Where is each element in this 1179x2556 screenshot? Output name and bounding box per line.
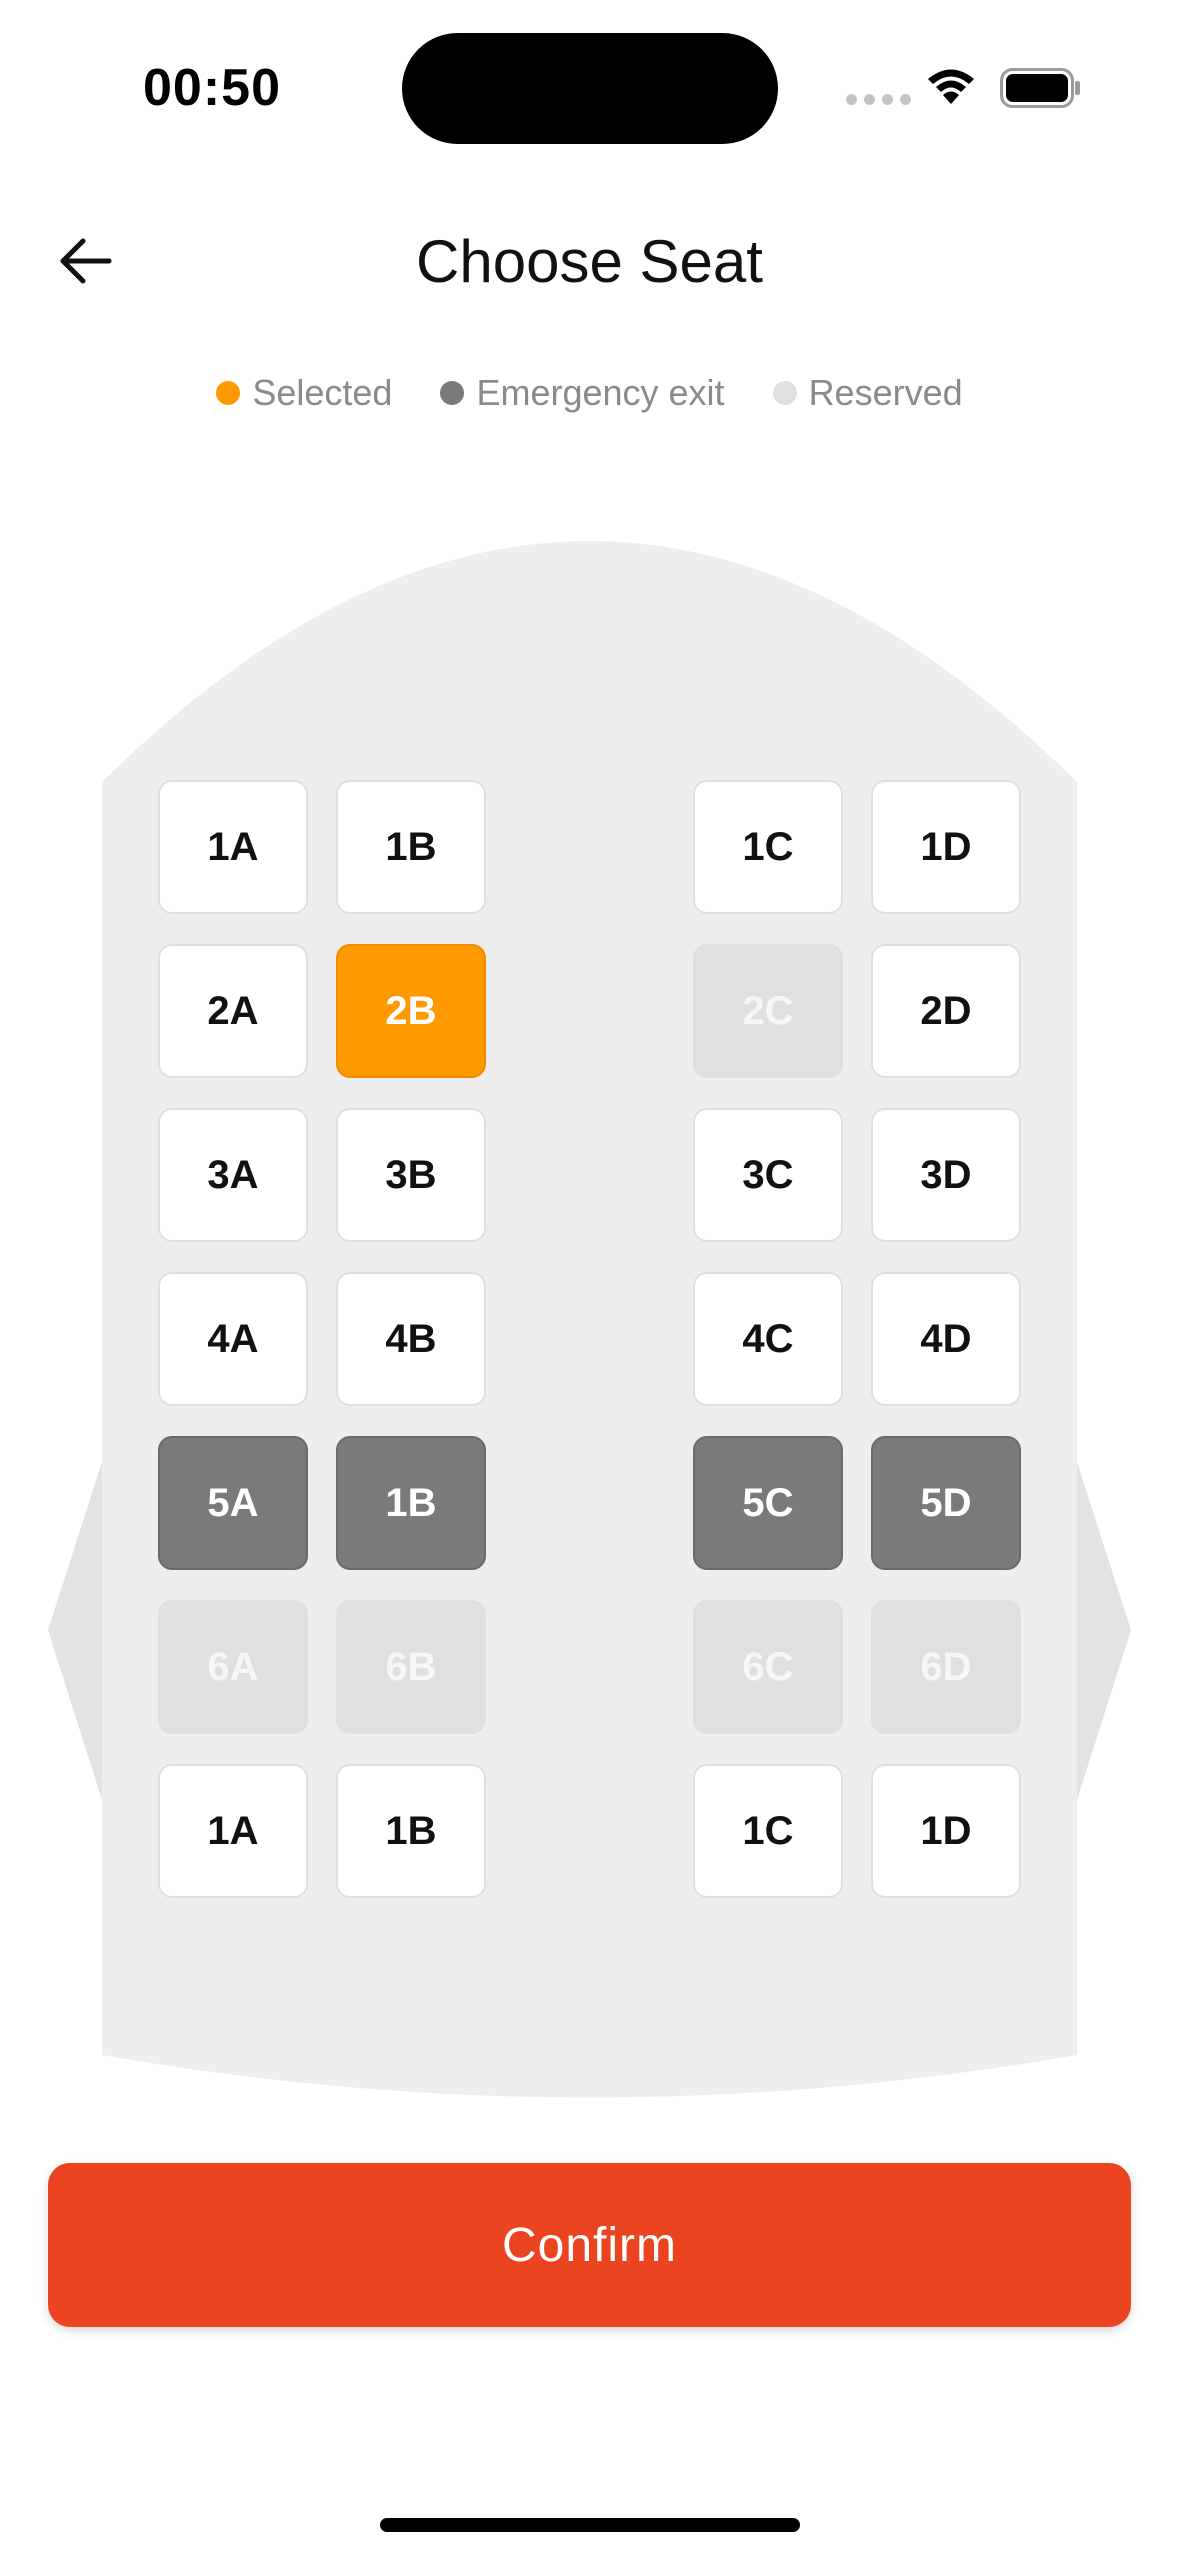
reserved-dot-icon: [772, 381, 797, 405]
emergency-exit-dot-icon: [440, 381, 465, 405]
seat-6d-reserved: 6D: [871, 1600, 1021, 1734]
seat-1d-available[interactable]: 1D: [871, 1764, 1021, 1898]
confirm-button[interactable]: Confirm: [48, 2163, 1131, 2327]
left-wing: [48, 1462, 102, 1800]
legend-item-reserved: Reserved: [772, 372, 963, 414]
seat-6c-reserved: 6C: [693, 1600, 843, 1734]
legend-item-selected: Selected: [216, 372, 392, 414]
battery-icon: [1000, 68, 1080, 108]
seat-1b-exit[interactable]: 1B: [336, 1436, 486, 1570]
seat-4c-available[interactable]: 4C: [693, 1272, 843, 1406]
seat-3c-available[interactable]: 3C: [693, 1108, 843, 1242]
seat-1b-available[interactable]: 1B: [336, 780, 486, 914]
home-indicator: [380, 2518, 800, 2532]
seat-1a-available[interactable]: 1A: [158, 1764, 308, 1898]
seat-1c-available[interactable]: 1C: [693, 780, 843, 914]
seat-4b-available[interactable]: 4B: [336, 1272, 486, 1406]
cellular-signal-icon: [846, 94, 911, 105]
status-time: 00:50: [143, 59, 281, 117]
dynamic-island: [402, 33, 778, 144]
seat-2d-available[interactable]: 2D: [871, 944, 1021, 1078]
seat-5d-exit[interactable]: 5D: [871, 1436, 1021, 1570]
right-wing: [1077, 1462, 1131, 1800]
seat-legend: Selected Emergency exit Reserved: [0, 372, 1179, 414]
seat-5c-exit[interactable]: 5C: [693, 1436, 843, 1570]
page-title: Choose Seat: [416, 228, 763, 295]
seat-3d-available[interactable]: 3D: [871, 1108, 1021, 1242]
seat-5a-exit[interactable]: 5A: [158, 1436, 308, 1570]
legend-item-emergency-exit: Emergency exit: [440, 372, 725, 414]
legend-label: Selected: [252, 372, 393, 413]
seat-4a-available[interactable]: 4A: [158, 1272, 308, 1406]
legend-label: Reserved: [808, 372, 963, 413]
seat-3a-available[interactable]: 3A: [158, 1108, 308, 1242]
seat-1a-available[interactable]: 1A: [158, 780, 308, 914]
seat-selection-screen: 00:50 Choose Seat Selected Emergency exi…: [0, 0, 1179, 2556]
seat-3b-available[interactable]: 3B: [336, 1108, 486, 1242]
selected-dot-icon: [216, 381, 241, 405]
seat-6b-reserved: 6B: [336, 1600, 486, 1734]
seat-1d-available[interactable]: 1D: [871, 780, 1021, 914]
seat-1b-available[interactable]: 1B: [336, 1764, 486, 1898]
seat-6a-reserved: 6A: [158, 1600, 308, 1734]
seat-2a-available[interactable]: 2A: [158, 944, 308, 1078]
legend-label: Emergency exit: [476, 372, 725, 413]
seat-2c-reserved: 2C: [693, 944, 843, 1078]
seat-4d-available[interactable]: 4D: [871, 1272, 1021, 1406]
seat-2b-selected[interactable]: 2B: [336, 944, 486, 1078]
seat-1c-available[interactable]: 1C: [693, 1764, 843, 1898]
wifi-icon: [928, 69, 974, 104]
